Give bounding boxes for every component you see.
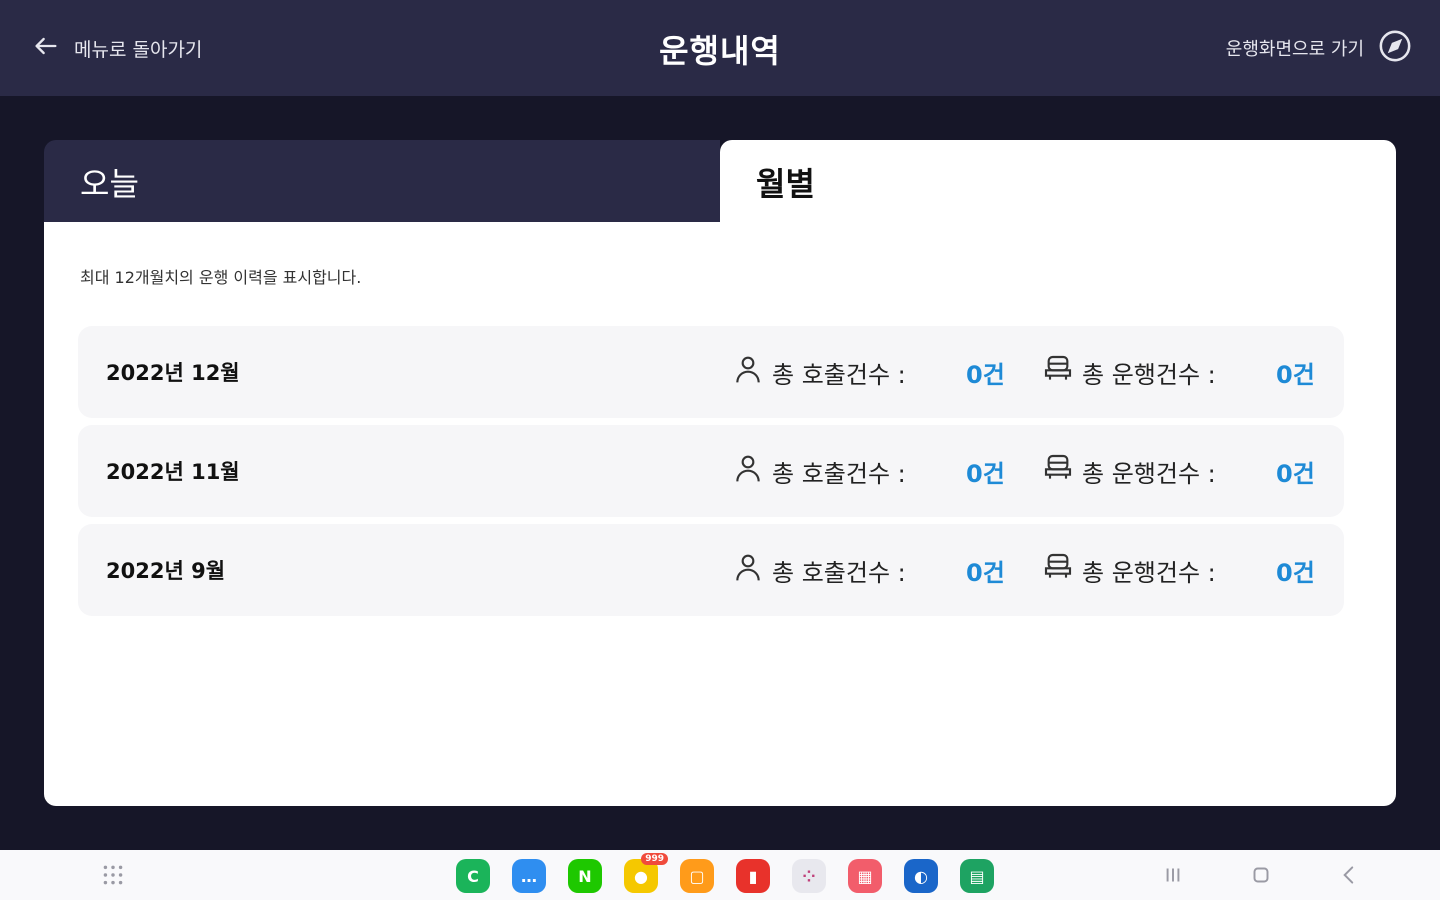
recent-apps-icon[interactable] — [1160, 862, 1186, 888]
total-calls-stat: 총 호출건수 : 0건 — [732, 452, 1005, 490]
list-item[interactable]: 2022년 9월 총 호출건수 : 0건 총 운행건수 : 0건 — [78, 524, 1344, 616]
tab-monthly[interactable]: 월별 — [720, 140, 1396, 224]
compass-icon — [1378, 29, 1412, 68]
total-calls-label: 총 호출건수 : — [772, 459, 906, 488]
total-drives-label: 총 운행건수 : — [1082, 558, 1216, 587]
monthly-history-list: 2022년 12월 총 호출건수 : 0건 총 운행건수 : 0건 2022년 … — [78, 326, 1344, 623]
tab-monthly-label: 월별 — [756, 165, 815, 203]
system-taskbar: C … N ● 999 ▢ ▮ ⁘ ▦ ◐ ▤ — [0, 850, 1440, 900]
notification-badge: 999 — [641, 853, 668, 865]
tab-today[interactable]: 오늘 — [44, 140, 720, 224]
row-month: 2022년 12월 — [106, 361, 240, 385]
list-item[interactable]: 2022년 12월 총 호출건수 : 0건 총 운행건수 : 0건 — [78, 326, 1344, 418]
calendar-app-icon[interactable]: ▦ — [848, 859, 882, 893]
car-seat-icon — [1042, 551, 1082, 589]
naver-app-icon[interactable]: N — [568, 859, 602, 893]
total-drives-value: 0건 — [1276, 360, 1315, 389]
app-header: 메뉴로 돌아가기 운행내역 운행화면으로 가기 — [0, 0, 1440, 96]
history-notice: 최대 12개월치의 운행 이력을 표시합니다. — [80, 268, 362, 287]
phone-app-icon[interactable]: C — [456, 859, 490, 893]
tab-today-label: 오늘 — [80, 165, 139, 203]
notes-app-icon[interactable]: ▢ — [680, 859, 714, 893]
row-month: 2022년 9월 — [106, 559, 226, 583]
goto-driving-screen-label: 운행화면으로 가기 — [1225, 39, 1364, 60]
monthly-history-panel: 최대 12개월치의 운행 이력을 표시합니다. 2022년 12월 총 호출건수… — [44, 222, 1396, 806]
page-title: 운행내역 — [659, 32, 781, 70]
total-drives-label: 총 운행건수 : — [1082, 459, 1216, 488]
person-icon — [732, 452, 772, 490]
total-drives-label: 총 운행건수 : — [1082, 360, 1216, 389]
total-drives-value: 0건 — [1276, 459, 1315, 488]
apps-folder-icon[interactable]: ⁘ — [792, 859, 826, 893]
total-calls-value: 0건 — [966, 360, 1005, 389]
total-calls-value: 0건 — [966, 558, 1005, 587]
messages-app-icon[interactable]: … — [512, 859, 546, 893]
goto-driving-screen-button[interactable]: 운행화면으로 가기 — [1226, 28, 1412, 68]
total-calls-stat: 총 호출건수 : 0건 — [732, 353, 1005, 391]
total-calls-stat: 총 호출건수 : 0건 — [732, 551, 1005, 589]
person-icon — [732, 551, 772, 589]
person-icon — [732, 353, 772, 391]
car-seat-icon — [1042, 452, 1082, 490]
kakaotalk-app-icon[interactable]: ● 999 — [624, 853, 668, 893]
total-calls-label: 총 호출건수 : — [772, 558, 906, 587]
list-item[interactable]: 2022년 11월 총 호출건수 : 0건 총 운행건수 : 0건 — [78, 425, 1344, 517]
home-icon[interactable] — [1248, 862, 1274, 888]
total-drives-stat: 총 운행건수 : 0건 — [1042, 353, 1315, 391]
memo-app-icon[interactable]: ▮ — [736, 859, 770, 893]
browser-app-icon[interactable]: ◐ — [904, 859, 938, 893]
total-calls-value: 0건 — [966, 459, 1005, 488]
app-drawer-icon[interactable] — [100, 862, 126, 888]
car-seat-icon — [1042, 353, 1082, 391]
nav-back-icon[interactable] — [1336, 862, 1362, 888]
total-drives-stat: 총 운행건수 : 0건 — [1042, 452, 1315, 490]
total-drives-stat: 총 운행건수 : 0건 — [1042, 551, 1315, 589]
total-drives-value: 0건 — [1276, 558, 1315, 587]
row-month: 2022년 11월 — [106, 460, 240, 484]
total-calls-label: 총 호출건수 : — [772, 360, 906, 389]
sheets-app-icon[interactable]: ▤ — [960, 859, 994, 893]
